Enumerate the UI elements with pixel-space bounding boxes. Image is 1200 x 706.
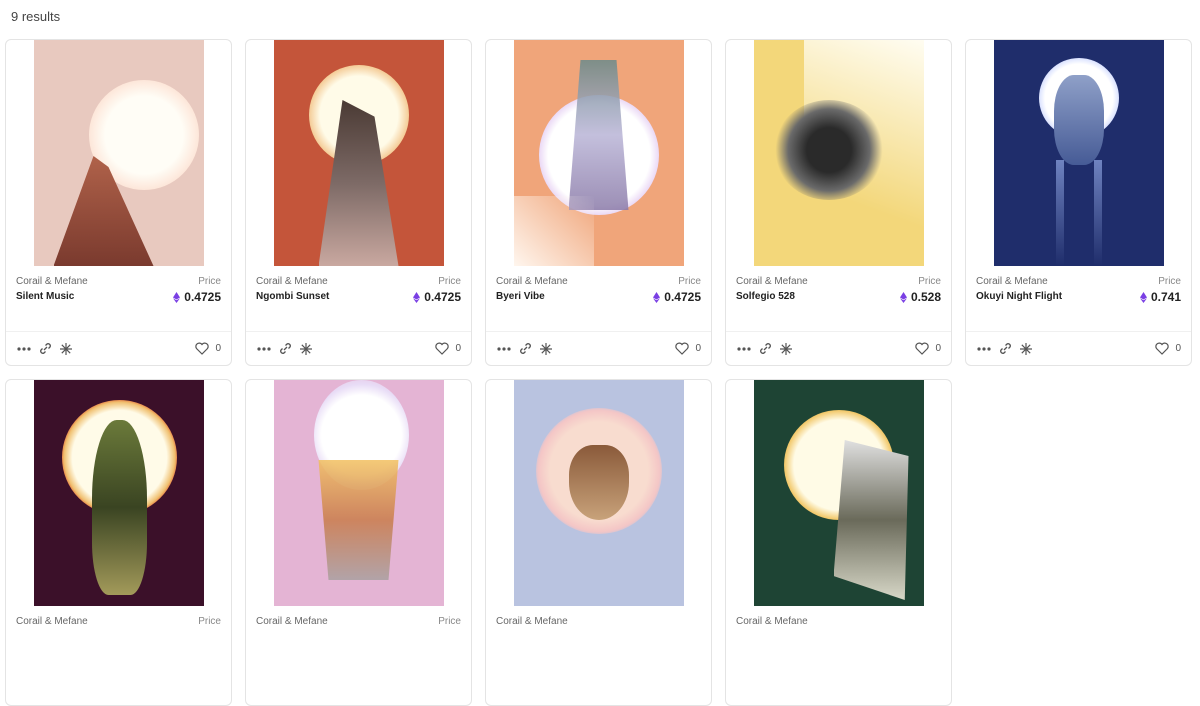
eth-icon [653,291,661,303]
artwork-image[interactable] [513,380,684,606]
price-value: 0.741 [1139,290,1181,304]
price-label: Price [918,276,941,287]
link-icon[interactable] [757,341,773,357]
more-options-icon[interactable] [976,341,992,357]
snowflake-icon[interactable] [538,341,554,357]
like-count: 0 [455,343,461,354]
nft-card[interactable]: Corail & Mefane [485,379,712,706]
card-footer: 0 [6,331,231,365]
snowflake-icon[interactable] [1018,341,1034,357]
eth-icon [413,291,421,303]
artwork-image[interactable] [273,40,444,266]
heart-icon [675,342,690,355]
heart-icon [435,342,450,355]
creator-name[interactable]: Corail & Mefane [736,616,941,627]
snowflake-icon[interactable] [778,341,794,357]
more-options-icon[interactable] [736,341,752,357]
heart-icon [915,342,930,355]
heart-icon [1155,342,1170,355]
heart-icon [195,342,210,355]
card-footer: 0 [966,331,1191,365]
price-value: 0.528 [899,290,941,304]
like-count: 0 [1175,343,1181,354]
price-label: Price [438,276,461,287]
likes[interactable]: 0 [195,342,221,355]
card-footer: 0 [726,331,951,365]
link-icon[interactable] [997,341,1013,357]
creator-name[interactable]: Corail & Mefane [256,276,461,287]
likes[interactable]: 0 [1155,342,1181,355]
eth-icon [899,291,907,303]
creator-name[interactable]: Corail & Mefane [16,276,221,287]
price-label: Price [198,616,221,627]
price-value: 0.4725 [413,290,461,304]
nft-card[interactable]: Corail & Mefane Solfegio 528 Price 0.528… [725,39,952,366]
price-label: Price [1158,276,1181,287]
nft-card[interactable]: Corail & Mefane Silent Music Price 0.472… [5,39,232,366]
creator-name[interactable]: Corail & Mefane [256,616,461,627]
nft-grid: Corail & Mefane Silent Music Price 0.472… [5,39,1192,706]
artwork-image[interactable] [753,380,924,606]
nft-card[interactable]: Corail & Mefane [725,379,952,706]
link-icon[interactable] [517,341,533,357]
more-options-icon[interactable] [16,341,32,357]
price-label: Price [438,616,461,627]
price-value: 0.4725 [653,290,701,304]
artwork-image[interactable] [273,380,444,606]
creator-name[interactable]: Corail & Mefane [16,616,221,627]
price-label: Price [198,276,221,287]
eth-icon [173,291,181,303]
price-value: 0.4725 [173,290,221,304]
artwork-image[interactable] [33,40,204,266]
artwork-image[interactable] [993,40,1164,266]
snowflake-icon[interactable] [298,341,314,357]
creator-name[interactable]: Corail & Mefane [976,276,1181,287]
link-icon[interactable] [37,341,53,357]
results-count: 9 results [11,9,61,24]
nft-card[interactable]: Corail & Mefane Price [245,379,472,706]
likes[interactable]: 0 [915,342,941,355]
creator-name[interactable]: Corail & Mefane [496,616,701,627]
artwork-image[interactable] [753,40,924,266]
like-count: 0 [215,343,221,354]
snowflake-icon[interactable] [58,341,74,357]
artwork-image[interactable] [33,380,204,606]
nft-card[interactable]: Corail & Mefane Okuyi Night Flight Price… [965,39,1192,366]
nft-card[interactable]: Corail & Mefane Price [5,379,232,706]
more-options-icon[interactable] [256,341,272,357]
creator-name[interactable]: Corail & Mefane [496,276,701,287]
nft-card[interactable]: Corail & Mefane Ngombi Sunset Price 0.47… [245,39,472,366]
nft-card[interactable]: Corail & Mefane Byeri Vibe Price 0.4725 … [485,39,712,366]
card-footer: 0 [486,331,711,365]
likes[interactable]: 0 [435,342,461,355]
artwork-image[interactable] [513,40,684,266]
likes[interactable]: 0 [675,342,701,355]
card-footer: 0 [246,331,471,365]
creator-name[interactable]: Corail & Mefane [736,276,941,287]
more-options-icon[interactable] [496,341,512,357]
price-label: Price [678,276,701,287]
like-count: 0 [935,343,941,354]
eth-icon [1139,291,1147,303]
like-count: 0 [695,343,701,354]
link-icon[interactable] [277,341,293,357]
